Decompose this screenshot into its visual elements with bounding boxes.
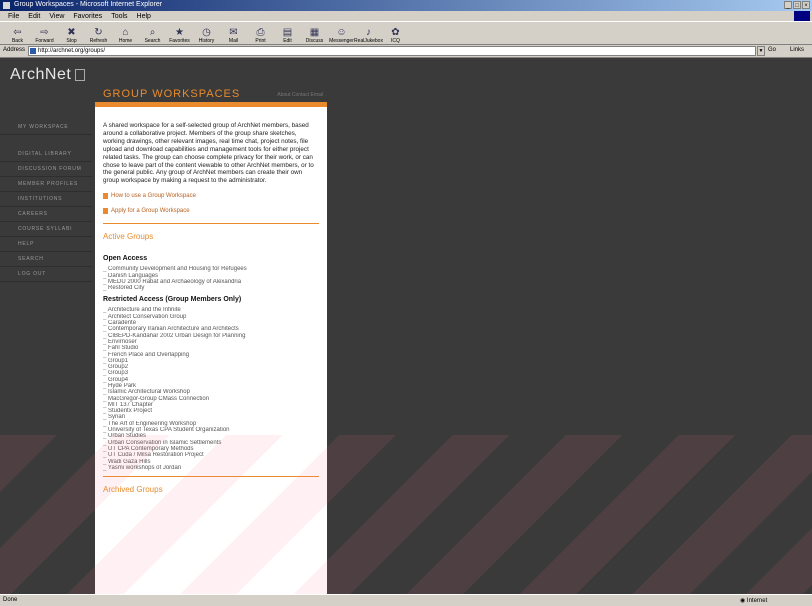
links-button[interactable]: Links: [790, 47, 804, 53]
print-button[interactable]: ⎙ Print: [247, 27, 274, 44]
address-input[interactable]: http://archnet.org/groups/: [28, 46, 756, 56]
content-body: A shared workspace for a self-selected g…: [95, 107, 327, 494]
home-button[interactable]: ⌂ Home: [112, 27, 139, 44]
icq-icon: ✿: [391, 27, 400, 38]
realjukebox-button[interactable]: ♪ RealJukebox: [354, 27, 383, 44]
open-groups-list: Community Development and Housing for Re…: [103, 266, 319, 291]
status-text: Done: [3, 597, 18, 603]
page-title: GROUP WORKSPACES: [103, 88, 241, 100]
logo-square-icon: [75, 68, 86, 81]
bullet-square-icon: [103, 193, 108, 200]
address-dropdown-icon[interactable]: ▼: [757, 46, 765, 56]
nav-discussion-forum[interactable]: DISCUSSION FORUM: [0, 162, 92, 177]
open-access-heading: Open Access: [103, 255, 148, 263]
nav-digital-library[interactable]: DIGITAL LIBRARY: [0, 147, 92, 162]
history-button[interactable]: ◷ History: [193, 27, 220, 44]
window-titlebar: Group Workspaces - Microsoft Internet Ex…: [0, 0, 812, 11]
search-icon: ⌕: [149, 27, 156, 38]
bullet-square-icon: [103, 208, 108, 215]
web-page: ArchNet MY WORKSPACE DIGITAL LIBRARY DIS…: [0, 58, 812, 594]
minimize-icon[interactable]: _: [784, 1, 792, 9]
menu-tools[interactable]: Tools: [111, 13, 127, 20]
archived-groups-heading: Archived Groups: [103, 485, 163, 495]
mail-icon: ✉: [229, 27, 238, 38]
divider: [103, 223, 319, 225]
address-url: http://archnet.org/groups/: [38, 48, 106, 54]
intro-paragraph: A shared workspace for a self-selected g…: [103, 122, 314, 185]
menu-view[interactable]: View: [49, 13, 64, 20]
realjukebox-icon: ♪: [366, 27, 371, 38]
stop-button[interactable]: ✖ Stop: [58, 27, 85, 44]
status-bar: Done ◉ Internet: [0, 594, 812, 606]
window-title: Group Workspaces - Microsoft Internet Ex…: [14, 1, 163, 8]
mail-button[interactable]: ✉ Mail: [220, 27, 247, 44]
messenger-icon: ☺: [336, 27, 347, 38]
discuss-icon: ▦: [309, 27, 320, 38]
menu-edit[interactable]: Edit: [28, 13, 40, 20]
close-icon[interactable]: ×: [802, 1, 810, 9]
edit-button[interactable]: ▤ Edit: [274, 27, 301, 44]
apply-link[interactable]: Apply for a Group Workspace: [103, 208, 319, 215]
go-button[interactable]: Go: [768, 47, 776, 53]
edit-icon: ▤: [282, 27, 293, 38]
nav-log-out[interactable]: LOG OUT: [0, 267, 92, 282]
restricted-access-heading: Restricted Access (Group Members Only): [103, 296, 242, 304]
back-button[interactable]: ⇦ Back: [4, 27, 31, 44]
forward-button[interactable]: ⇨ Forward: [31, 27, 58, 44]
menu-bar: File Edit View Favorites Tools Help: [0, 11, 812, 21]
print-icon: ⎙: [256, 27, 265, 38]
site-logo[interactable]: ArchNet: [10, 66, 86, 84]
site-nav: MY WORKSPACE DIGITAL LIBRARY DISCUSSION …: [0, 120, 92, 282]
divider: [103, 476, 319, 478]
refresh-button[interactable]: ↻ Refresh: [85, 27, 112, 44]
nav-institutions[interactable]: INSTITUTIONS: [0, 192, 92, 207]
zone-indicator: ◉ Internet: [740, 598, 768, 604]
nav-course-syllabi[interactable]: COURSE SYLLABI: [0, 222, 92, 237]
favorites-icon: ★: [175, 27, 184, 38]
forward-arrow-icon: ⇨: [40, 27, 49, 38]
home-icon: ⌂: [122, 27, 129, 38]
refresh-icon: ↻: [94, 27, 103, 38]
menu-help[interactable]: Help: [137, 13, 151, 20]
windows-logo-icon: [794, 11, 810, 21]
address-label: Address: [3, 47, 26, 53]
stop-icon: ✖: [67, 27, 76, 38]
restricted-groups-list: Architecture and the InfiniteArchitect C…: [103, 307, 319, 471]
discuss-button[interactable]: ▦ Discuss: [301, 27, 328, 44]
nav-search[interactable]: SEARCH: [0, 252, 92, 267]
ie-app-icon: [3, 2, 10, 9]
window-controls: _ □ ×: [784, 1, 810, 9]
icq-button[interactable]: ✿ ICQ: [382, 27, 409, 44]
how-to-link[interactable]: How to use a Group Workspace: [103, 193, 319, 200]
page-header: GROUP WORKSPACES About Contact Email: [95, 88, 327, 102]
nav-careers[interactable]: CAREERS: [0, 207, 92, 222]
group-link[interactable]: Restored City: [103, 285, 319, 291]
menu-file[interactable]: File: [8, 13, 19, 20]
maximize-icon[interactable]: □: [793, 1, 801, 9]
main-content-panel: GROUP WORKSPACES About Contact Email A s…: [95, 88, 327, 594]
standard-toolbar: ⇦ Back ⇨ Forward ✖ Stop ↻ Refresh ⌂ Home ⌕ Sea…: [0, 21, 812, 45]
nav-help[interactable]: HELP: [0, 237, 92, 252]
favorites-button[interactable]: ★ Favorites: [166, 27, 193, 44]
address-bar: Address http://archnet.org/groups/ ▼ Go …: [0, 45, 812, 58]
utility-links[interactable]: About Contact Email: [277, 92, 323, 98]
history-icon: ◷: [202, 27, 211, 38]
page-icon: [30, 48, 36, 54]
active-groups-heading: Active Groups: [103, 232, 154, 242]
messenger-button[interactable]: ☺ Messenger: [328, 27, 355, 44]
group-link[interactable]: Yasmi workshops of Jordan: [103, 465, 319, 471]
nav-my-workspace[interactable]: MY WORKSPACE: [0, 120, 92, 135]
back-arrow-icon: ⇦: [13, 27, 22, 38]
menu-favorites[interactable]: Favorites: [73, 13, 102, 20]
nav-member-profiles[interactable]: MEMBER PROFILES: [0, 177, 92, 192]
search-button[interactable]: ⌕ Search: [139, 27, 166, 44]
